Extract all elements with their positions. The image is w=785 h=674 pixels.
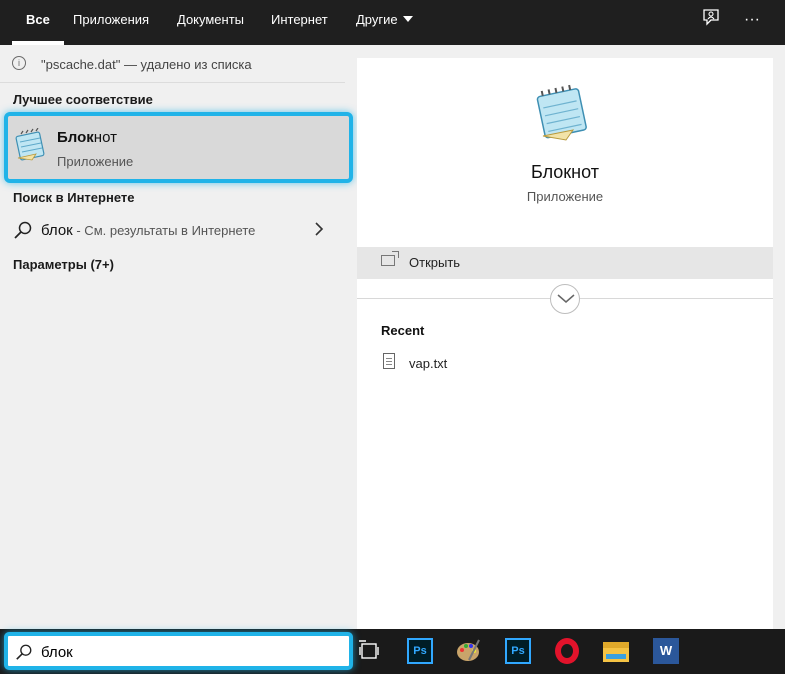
detail-panel: Блокнот Приложение Открыть Recent vap.tx…	[357, 58, 773, 629]
notepad-large-icon	[536, 84, 587, 141]
best-match-notepad[interactable]: Блокнот Приложение	[4, 112, 353, 183]
detail-subtitle: Приложение	[526, 189, 604, 204]
detail-title: Блокнот	[530, 162, 599, 182]
windows-search-window: Все Приложения Документы Интернет Другие…	[0, 0, 785, 674]
open-action[interactable]: Открыть	[357, 247, 773, 279]
search-input[interactable]	[41, 641, 341, 663]
info-icon: i	[12, 56, 26, 70]
recent-item[interactable]: vap.txt	[381, 351, 581, 377]
word-icon[interactable]: W	[653, 638, 679, 664]
chevron-right-graphic	[315, 222, 324, 236]
removed-notice: i "pscache.dat" — удалено из списка	[0, 45, 345, 83]
chevron-down-icon	[557, 294, 575, 303]
web-search-query: блок - См. результаты в Интернете	[41, 222, 255, 239]
task-view-icon[interactable]	[358, 638, 384, 664]
tab-internet[interactable]: Интернет	[271, 0, 328, 45]
search-icon	[16, 644, 32, 660]
feedback-icon[interactable]	[699, 8, 723, 32]
paint-icon[interactable]	[455, 638, 481, 664]
feedback-icon-graphic	[703, 9, 719, 26]
settings-heading[interactable]: Параметры (7+)	[13, 257, 114, 272]
open-action-label: Открыть	[409, 255, 461, 270]
tab-all-label: Все	[26, 12, 50, 27]
expand-button[interactable]	[550, 284, 580, 314]
removed-notice-text: "pscache.dat" — удалено из списка	[41, 57, 252, 72]
open-icon	[381, 251, 399, 266]
tab-documents-label: Документы	[177, 12, 245, 27]
best-match-subtitle: Приложение	[57, 154, 134, 169]
web-search-hint: - См. результаты в Интернете	[72, 223, 256, 238]
web-search-heading: Поиск в Интернете	[13, 190, 135, 205]
notepad-icon	[15, 128, 45, 161]
taskbar: Ps Ps W	[0, 629, 785, 674]
text-file-icon	[383, 353, 395, 369]
best-match-title-bold: Блок	[57, 129, 94, 146]
web-search-query-text: блок	[41, 222, 73, 239]
search-scope-tabs: Все Приложения Документы Интернет Другие…	[0, 0, 785, 45]
tab-all[interactable]: Все	[12, 0, 64, 45]
photoshop-icon[interactable]: Ps	[407, 638, 433, 664]
chevron-down-icon	[402, 16, 413, 22]
tab-internet-label: Интернет	[271, 12, 328, 27]
photoshop-icon-2[interactable]: Ps	[505, 638, 531, 664]
tab-apps-label: Приложения	[73, 12, 150, 27]
tab-other[interactable]: Другие	[356, 0, 413, 45]
tab-other-label: Другие	[356, 12, 398, 27]
search-icon	[14, 221, 32, 239]
best-match-title-rest: нот	[93, 129, 117, 146]
best-match-heading: Лучшее соответствие	[13, 92, 153, 107]
web-search-result[interactable]: блок - См. результаты в Интернете	[0, 215, 345, 245]
more-options-icon[interactable]: ···	[740, 8, 764, 32]
recent-item-name: vap.txt	[409, 356, 448, 371]
tab-documents[interactable]: Документы	[177, 0, 244, 45]
chevron-right-icon[interactable]	[314, 222, 324, 241]
file-explorer-icon[interactable]	[603, 642, 629, 662]
tab-apps[interactable]: Приложения	[73, 0, 149, 45]
opera-icon[interactable]	[555, 638, 579, 664]
results-panel: i "pscache.dat" — удалено из списка Лучш…	[0, 45, 357, 629]
recent-heading: Recent	[381, 323, 425, 338]
best-match-title: Блокнот	[57, 129, 117, 146]
search-box[interactable]	[4, 632, 353, 670]
